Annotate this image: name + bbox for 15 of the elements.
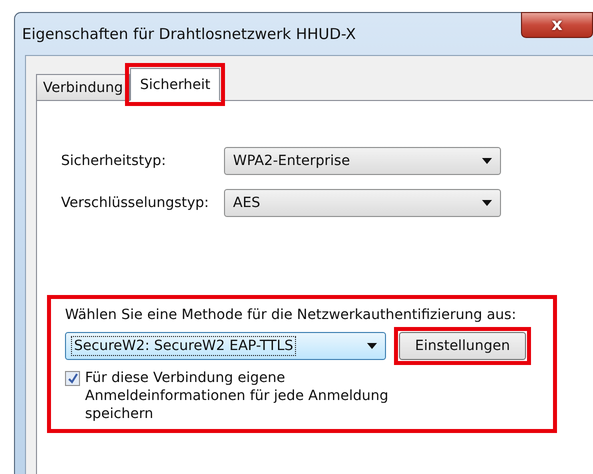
close-button[interactable]: x: [521, 12, 593, 38]
method-dropdown[interactable]: SecureW2: SecureW2 EAP-TTLS: [65, 332, 386, 360]
method-label: Wählen Sie eine Methode für die Netzwerkauthentifizierung aus:: [65, 307, 518, 323]
field-label: Sicherheitstyp:: [61, 153, 168, 169]
settings-button[interactable]: Einstellungen: [399, 332, 526, 360]
checkbox[interactable]: [65, 371, 80, 386]
dropdown[interactable]: AES: [224, 189, 501, 217]
caret-icon: [482, 158, 492, 164]
caret-icon: [367, 343, 377, 349]
dropdown[interactable]: WPA2-Enterprise: [224, 147, 501, 175]
field-label: Verschlüsselungstyp:: [61, 195, 210, 211]
caret-icon: [482, 200, 492, 206]
window-title: Eigenschaften für Drahtlosnetzwerk HHUD-X: [22, 25, 356, 43]
checkbox-label: Für diese Verbindung eigene Anmeldeinformationen für jede Anmeldung speichern: [85, 369, 390, 423]
tab[interactable]: Verbindung: [36, 74, 130, 101]
